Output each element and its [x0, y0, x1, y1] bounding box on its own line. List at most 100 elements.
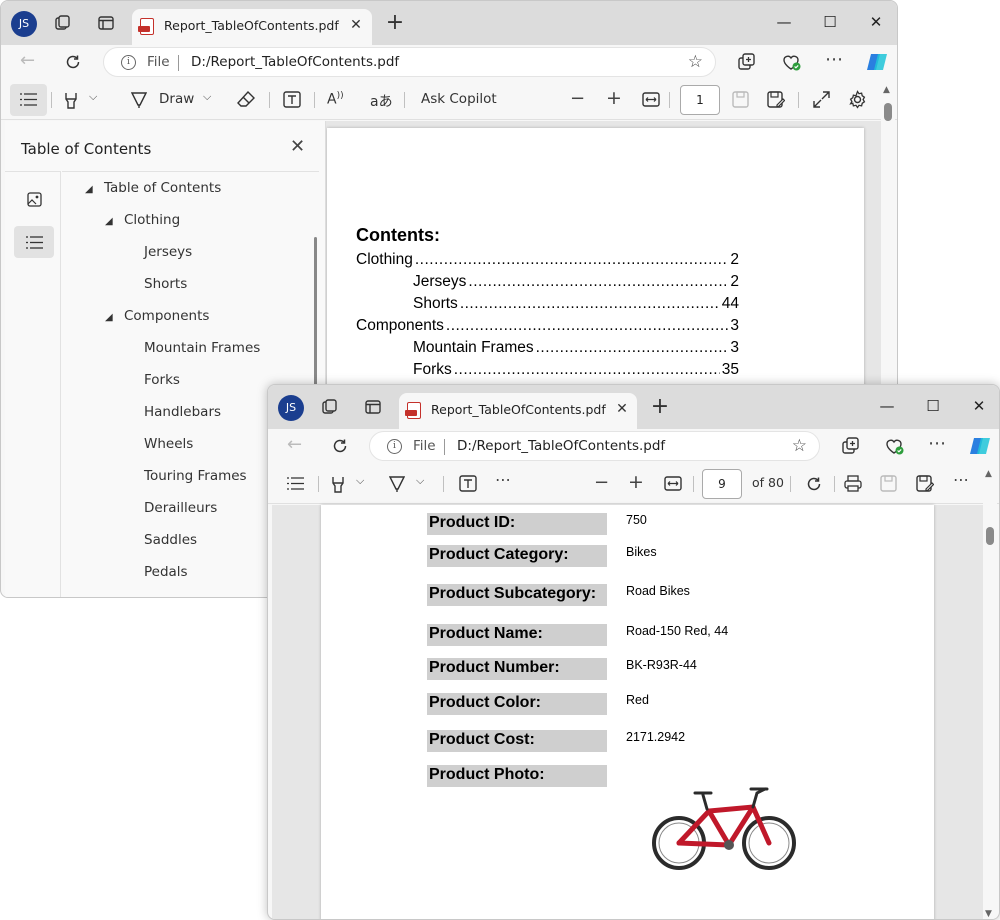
page-number-input[interactable]: 1 [680, 85, 720, 115]
expand-triangle-icon[interactable]: ◢ [105, 312, 113, 323]
fit-width-icon[interactable] [642, 92, 660, 107]
tab-report[interactable]: Report_TableOfContents.pdf ✕ [399, 393, 637, 429]
expand-triangle-icon[interactable]: ◢ [85, 184, 93, 195]
contents-entry[interactable]: Forks...................................… [413, 361, 739, 381]
chevron-down-icon[interactable]: ⌵ [356, 474, 364, 488]
chevron-down-icon[interactable]: ⌵ [89, 90, 97, 104]
tab-close-icon[interactable]: ✕ [348, 17, 364, 33]
refresh-icon[interactable] [64, 53, 82, 71]
list-icon[interactable] [287, 477, 304, 490]
new-tab-button[interactable]: + [650, 396, 670, 418]
more-tools-icon[interactable]: ⋯ [495, 470, 511, 489]
scroll-up-arrow[interactable]: ▲ [883, 85, 890, 95]
address-box[interactable]: i File D:/Report_TableOfContents.pdf ☆ [103, 47, 716, 77]
draw-label[interactable]: Draw [159, 91, 194, 107]
zoom-out-icon[interactable]: − [594, 472, 609, 493]
copilot-icon[interactable] [865, 51, 889, 73]
toc-item-root[interactable]: Table of Contents [104, 180, 221, 196]
chevron-down-icon[interactable]: ⌵ [203, 90, 211, 104]
contents-entry[interactable]: Clothing................................… [356, 251, 739, 271]
minimize-button[interactable]: — [773, 11, 795, 33]
workspaces-icon[interactable] [53, 13, 73, 33]
new-tab-button[interactable]: + [385, 12, 405, 34]
scroll-down-arrow[interactable]: ▼ [985, 909, 992, 919]
url-text[interactable]: D:/Report_TableOfContents.pdf [457, 438, 665, 454]
refresh-icon[interactable] [331, 437, 349, 455]
profile-avatar[interactable]: JS [11, 11, 37, 37]
back-arrow-icon[interactable]: ← [20, 50, 35, 71]
settings-gear-icon[interactable] [848, 90, 867, 109]
toc-item[interactable]: Saddles [144, 532, 197, 548]
contents-entry[interactable]: Components..............................… [356, 317, 739, 337]
scrollbar[interactable]: ▲ ▼ [983, 467, 997, 919]
full-screen-icon[interactable] [813, 91, 830, 108]
back-arrow-icon[interactable]: ← [287, 434, 302, 455]
zoom-in-icon[interactable]: + [606, 87, 622, 109]
toc-item-group[interactable]: Components [124, 308, 209, 324]
favorite-star-icon[interactable]: ☆ [688, 52, 703, 72]
text-box-icon[interactable] [459, 475, 477, 492]
text-box-icon[interactable] [283, 91, 301, 108]
scroll-thumb[interactable] [884, 103, 892, 121]
rotate-icon[interactable] [805, 475, 823, 493]
thumbnails-button[interactable] [14, 184, 54, 216]
info-icon[interactable]: i [121, 55, 136, 70]
expand-triangle-icon[interactable]: ◢ [105, 216, 113, 227]
contents-entry[interactable]: Mountain Frames.........................… [413, 339, 739, 359]
save-as-icon[interactable] [916, 475, 934, 492]
maximize-button[interactable]: ☐ [819, 11, 841, 33]
browser-essentials-icon[interactable] [781, 52, 803, 72]
scroll-up-arrow[interactable]: ▲ [985, 469, 992, 479]
toc-item[interactable]: Handlebars [144, 404, 221, 420]
toc-item[interactable]: Pedals [144, 564, 188, 580]
toc-item[interactable]: Mountain Frames [144, 340, 260, 356]
minimize-button[interactable]: — [876, 395, 898, 417]
highlight-icon[interactable] [63, 91, 79, 109]
draw-icon[interactable] [389, 475, 405, 493]
more-options-icon[interactable]: ⋯ [928, 433, 946, 454]
draw-icon[interactable] [131, 91, 147, 109]
workspaces-icon[interactable] [320, 397, 340, 417]
scroll-thumb[interactable] [986, 527, 994, 545]
print-icon[interactable] [844, 475, 862, 492]
more-options-icon[interactable]: ⋯ [825, 49, 843, 70]
toc-item[interactable]: Jerseys [144, 244, 192, 260]
translate-icon[interactable]: aあ [370, 91, 393, 111]
favorite-star-icon[interactable]: ☆ [792, 436, 807, 456]
toc-item[interactable]: Derailleurs [144, 500, 217, 516]
maximize-button[interactable]: ☐ [922, 395, 944, 417]
vertical-tabs-icon[interactable] [96, 13, 116, 33]
toc-item[interactable]: Forks [144, 372, 180, 388]
browser-essentials-icon[interactable] [884, 436, 906, 456]
ask-copilot-button[interactable]: Ask Copilot [421, 91, 497, 107]
copilot-icon[interactable] [968, 435, 992, 457]
info-icon[interactable]: i [387, 439, 402, 454]
url-text[interactable]: D:/Report_TableOfContents.pdf [191, 54, 399, 70]
highlight-icon[interactable] [330, 475, 346, 493]
vertical-tabs-icon[interactable] [363, 397, 383, 417]
page-number-input[interactable]: 9 [702, 469, 742, 499]
zoom-out-icon[interactable]: − [570, 88, 585, 109]
zoom-in-icon[interactable]: + [628, 471, 644, 493]
chevron-down-icon[interactable]: ⌵ [416, 474, 424, 488]
fit-width-icon[interactable] [664, 476, 682, 491]
collections-icon[interactable] [841, 436, 861, 456]
profile-avatar[interactable]: JS [278, 395, 304, 421]
toc-item[interactable]: Wheels [144, 436, 193, 452]
close-window-button[interactable]: ✕ [865, 11, 887, 33]
toc-item-group[interactable]: Clothing [124, 212, 180, 228]
tab-report[interactable]: Report_TableOfContents.pdf ✕ [132, 9, 372, 45]
collections-icon[interactable] [737, 52, 757, 72]
eraser-icon[interactable] [237, 91, 255, 107]
tab-close-icon[interactable]: ✕ [614, 401, 630, 417]
contents-entry[interactable]: Jerseys.................................… [413, 273, 739, 293]
close-window-button[interactable]: ✕ [968, 395, 990, 417]
more-options-icon[interactable]: ⋯ [953, 470, 969, 489]
address-box[interactable]: i File D:/Report_TableOfContents.pdf ☆ [369, 431, 820, 461]
save-as-icon[interactable] [767, 91, 785, 108]
toc-outline-button[interactable] [14, 226, 54, 258]
read-aloud-icon[interactable]: A)) [327, 91, 344, 108]
close-icon[interactable]: ✕ [290, 136, 305, 157]
contents-entry[interactable]: Shorts..................................… [413, 295, 739, 315]
toc-item[interactable]: Touring Frames [144, 468, 247, 484]
